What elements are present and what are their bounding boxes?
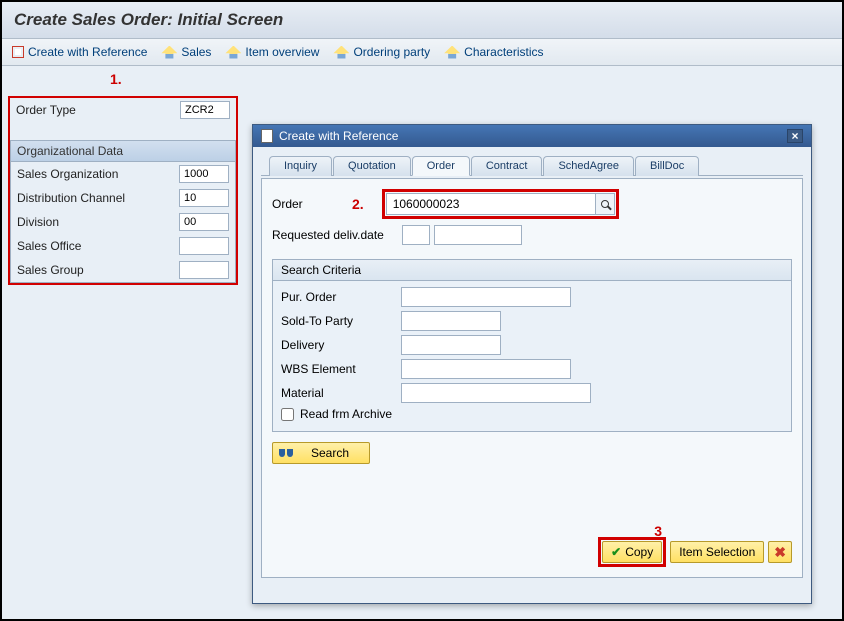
document-icon xyxy=(261,129,273,143)
material-label: Material xyxy=(281,386,401,400)
sales-group-row: Sales Group xyxy=(11,258,235,282)
sales-group-label: Sales Group xyxy=(17,263,84,277)
tb-label: Sales xyxy=(181,45,211,59)
modal-title-text: Create with Reference xyxy=(279,129,398,143)
dist-channel-label: Distribution Channel xyxy=(17,191,125,205)
modal-bottom-bar: ✔ Copy Item Selection ✖ xyxy=(598,537,792,567)
req-deliv-code-input[interactable] xyxy=(402,225,430,245)
req-deliv-date-input[interactable] xyxy=(434,225,522,245)
binoculars-icon xyxy=(279,447,293,459)
sales-group-input[interactable] xyxy=(179,261,229,279)
tab-billdoc[interactable]: BillDoc xyxy=(635,156,699,176)
search-criteria-body: Pur. Order Sold-To Party Delivery WBS El… xyxy=(273,281,791,431)
annotation-2: 2. xyxy=(352,196,364,212)
cancel-button[interactable]: ✖ xyxy=(768,541,792,563)
sales-org-row: Sales Organization xyxy=(11,162,235,186)
modal-body: Inquiry Quotation Order Contract SchedAg… xyxy=(253,147,811,586)
sold-to-label: Sold-To Party xyxy=(281,314,401,328)
req-deliv-row: Requested deliv.date xyxy=(272,225,792,245)
toolbar: Create with Reference Sales Item overvie… xyxy=(2,39,842,66)
reference-icon xyxy=(12,46,24,58)
tab-inquiry[interactable]: Inquiry xyxy=(269,156,332,176)
search-criteria-title: Search Criteria xyxy=(273,260,791,281)
order-block: Order Type Organizational Data Sales Org… xyxy=(8,96,238,285)
dist-channel-input[interactable] xyxy=(179,189,229,207)
pur-order-label: Pur. Order xyxy=(281,290,401,304)
tab-contract[interactable]: Contract xyxy=(471,156,543,176)
order-search-help-button[interactable] xyxy=(595,193,615,215)
search-button-label: Search xyxy=(311,446,349,460)
order-type-label: Order Type xyxy=(16,103,76,117)
tabstrip: Inquiry Quotation Order Contract SchedAg… xyxy=(261,155,803,176)
cancel-icon: ✖ xyxy=(774,545,786,559)
tb-label: Characteristics xyxy=(464,45,543,59)
header-bar: Create Sales Order: Initial Screen xyxy=(2,2,842,39)
item-selection-label: Item Selection xyxy=(679,545,755,559)
order-ref-row: Order 2. xyxy=(272,189,792,219)
tb-label: Create with Reference xyxy=(28,45,147,59)
division-row: Division xyxy=(11,210,235,234)
sales-office-input[interactable] xyxy=(179,237,229,255)
order-ref-input[interactable] xyxy=(386,193,596,215)
tb-label: Item overview xyxy=(245,45,319,59)
sales-org-input[interactable] xyxy=(179,165,229,183)
pur-order-input[interactable] xyxy=(401,287,571,307)
item-overview-button[interactable]: Item overview xyxy=(225,45,319,59)
org-data-title: Organizational Data xyxy=(11,141,235,162)
sales-button[interactable]: Sales xyxy=(161,45,211,59)
create-with-reference-dialog: Create with Reference × Inquiry Quotatio… xyxy=(252,124,812,604)
search-button[interactable]: Search xyxy=(272,442,370,464)
copy-highlight: ✔ Copy xyxy=(598,537,666,567)
tab-order[interactable]: Order xyxy=(412,156,470,176)
close-button[interactable]: × xyxy=(787,129,803,143)
division-input[interactable] xyxy=(179,213,229,231)
modal-inner: Order 2. Requested deliv.date Sear xyxy=(261,178,803,578)
item-overview-icon xyxy=(225,46,241,59)
req-deliv-label: Requested deliv.date xyxy=(272,228,402,242)
dist-channel-row: Distribution Channel xyxy=(11,186,235,210)
ordering-party-button[interactable]: Ordering party xyxy=(333,45,430,59)
search-icon xyxy=(601,200,609,208)
characteristics-button[interactable]: Characteristics xyxy=(444,45,543,59)
sales-org-label: Sales Organization xyxy=(17,167,118,181)
wbs-label: WBS Element xyxy=(281,362,401,376)
sales-office-row: Sales Office xyxy=(11,234,235,258)
wbs-input[interactable] xyxy=(401,359,571,379)
sold-to-input[interactable] xyxy=(401,311,501,331)
order-type-input[interactable] xyxy=(180,101,230,119)
ordering-party-icon xyxy=(333,46,349,59)
order-type-row: Order Type xyxy=(10,98,236,122)
create-with-reference-button[interactable]: Create with Reference xyxy=(12,45,147,59)
copy-button-label: Copy xyxy=(625,545,653,559)
characteristics-icon xyxy=(444,46,460,59)
page-title: Create Sales Order: Initial Screen xyxy=(14,10,830,30)
read-from-archive-checkbox[interactable] xyxy=(281,408,294,421)
item-selection-button[interactable]: Item Selection xyxy=(670,541,764,563)
sales-office-label: Sales Office xyxy=(17,239,81,253)
search-criteria-group: Search Criteria Pur. Order Sold-To Party… xyxy=(272,259,792,432)
copy-button[interactable]: ✔ Copy xyxy=(602,541,662,563)
annotation-1: 1. xyxy=(110,71,122,87)
org-data-group: Organizational Data Sales Organization D… xyxy=(10,140,236,283)
division-label: Division xyxy=(17,215,59,229)
tab-quotation[interactable]: Quotation xyxy=(333,156,411,176)
tb-label: Ordering party xyxy=(353,45,430,59)
material-input[interactable] xyxy=(401,383,591,403)
sales-icon xyxy=(161,46,177,59)
content-area: 1. Order Type Organizational Data Sales … xyxy=(2,66,842,619)
check-icon: ✔ xyxy=(611,545,621,559)
modal-titlebar: Create with Reference × xyxy=(253,125,811,147)
delivery-label: Delivery xyxy=(281,338,401,352)
delivery-input[interactable] xyxy=(401,335,501,355)
close-icon: × xyxy=(791,129,798,143)
tab-schedagree[interactable]: SchedAgree xyxy=(543,156,634,176)
order-ref-highlight xyxy=(382,189,619,219)
order-ref-label: Order xyxy=(272,197,352,211)
archive-label: Read frm Archive xyxy=(300,407,392,421)
